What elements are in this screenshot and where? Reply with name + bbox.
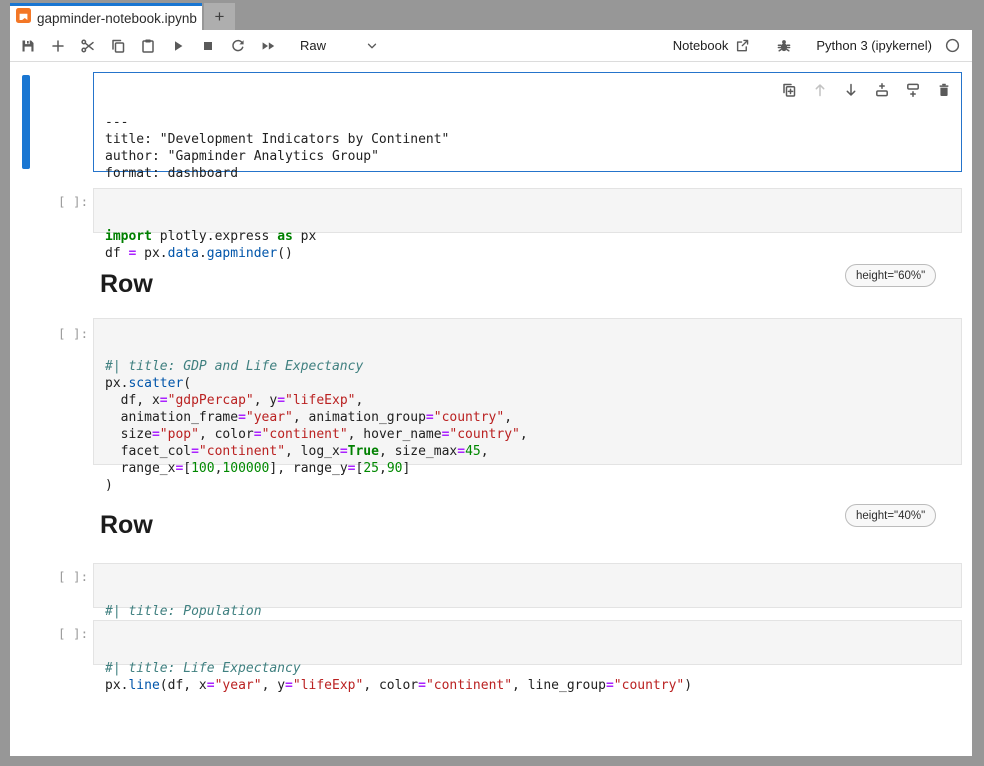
code-editor[interactable]: import plotly.express as pxdf = px.data.…	[105, 228, 953, 262]
notebook-toolbar: Raw Notebook Python 3 (ipykernel)	[10, 30, 972, 62]
move-down-icon[interactable]	[843, 82, 859, 98]
code-cell-scatter[interactable]: #| title: GDP and Life Expectancypx.scat…	[93, 318, 962, 465]
run-icon[interactable]	[170, 38, 186, 54]
notebook-link-label: Notebook	[673, 38, 729, 53]
code-editor[interactable]: #| title: GDP and Life Expectancypx.scat…	[105, 358, 953, 494]
duplicate-cell-icon[interactable]	[781, 82, 797, 98]
cell-toolbar	[781, 82, 952, 98]
height-badge-2: height="40%"	[845, 504, 936, 527]
code-cell-population[interactable]: #| title: Populationpx.area(df, x="year"…	[93, 563, 962, 608]
add-cell-icon[interactable]	[50, 38, 66, 54]
kernel-idle-circle-icon	[944, 38, 960, 54]
height-badge-1: height="60%"	[845, 264, 936, 287]
kernel-name[interactable]: Python 3 (ipykernel)	[816, 38, 932, 53]
notebook-panel: ---title: "Development Indicators by Con…	[10, 62, 972, 756]
code-cell-imports[interactable]: import plotly.express as pxdf = px.data.…	[93, 188, 962, 233]
copy-cell-icon[interactable]	[110, 38, 126, 54]
row-heading-2[interactable]: Row	[100, 511, 153, 540]
cut-cell-icon[interactable]	[80, 38, 96, 54]
run-all-icon[interactable]	[260, 38, 276, 54]
delete-cell-icon[interactable]	[936, 82, 952, 98]
tab-bar: gapminder-notebook.ipynb × +	[0, 0, 984, 30]
cell-type-value: Raw	[300, 38, 326, 53]
restart-kernel-icon[interactable]	[230, 38, 246, 54]
tab-gapminder-notebook[interactable]: gapminder-notebook.ipynb ×	[10, 3, 202, 30]
cell-type-dropdown[interactable]: Raw	[300, 38, 380, 54]
cell-collapser-active[interactable]	[22, 75, 30, 169]
stop-icon[interactable]	[200, 38, 216, 54]
open-in-notebook-link[interactable]: Notebook	[673, 38, 751, 54]
code-editor[interactable]: #| title: Life Expectancypx.line(df, x="…	[105, 660, 953, 694]
raw-cell-editor[interactable]: ---title: "Development Indicators by Con…	[105, 114, 953, 199]
move-up-icon[interactable]	[812, 82, 828, 98]
save-icon[interactable]	[20, 38, 36, 54]
bug-icon[interactable]	[776, 38, 792, 54]
new-tab-button[interactable]: +	[204, 3, 235, 30]
insert-above-icon[interactable]	[874, 82, 890, 98]
row-heading-1[interactable]: Row	[100, 270, 153, 299]
raw-cell-frontmatter[interactable]: ---title: "Development Indicators by Con…	[93, 72, 962, 172]
external-link-icon	[734, 38, 750, 54]
code-cell-life-expectancy[interactable]: #| title: Life Expectancypx.line(df, x="…	[93, 620, 962, 665]
insert-below-icon[interactable]	[905, 82, 921, 98]
tab-title: gapminder-notebook.ipynb	[37, 11, 197, 26]
notebook-file-icon	[16, 8, 31, 28]
chevron-down-icon	[364, 38, 380, 54]
paste-cell-icon[interactable]	[140, 38, 156, 54]
